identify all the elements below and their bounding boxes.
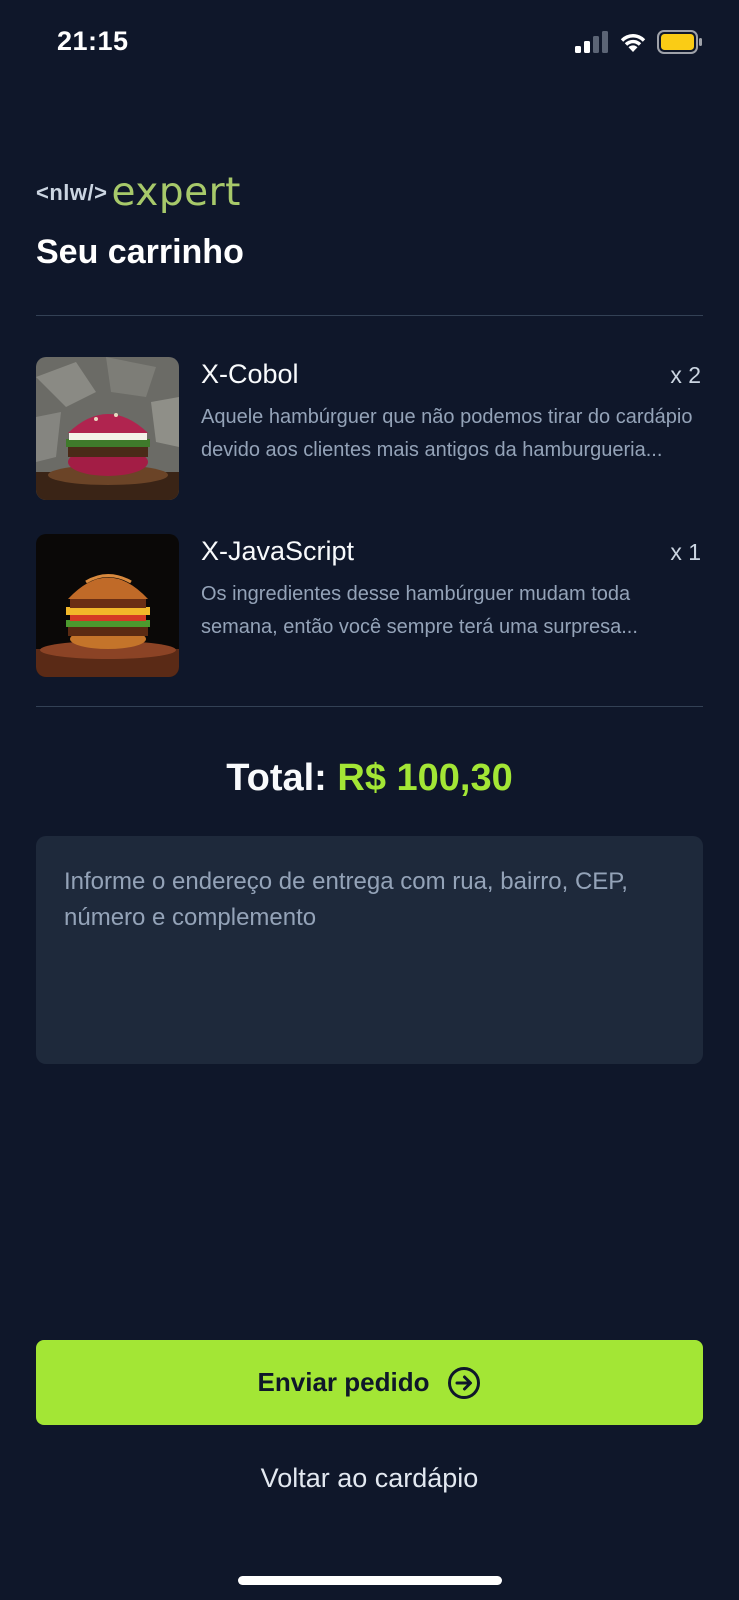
item-quantity: x 2 (670, 362, 701, 388)
cart-total: Total: R$ 100,30 (0, 757, 739, 800)
battery-icon (657, 30, 702, 54)
page-title: Seu carrinho (36, 233, 244, 271)
address-input[interactable] (36, 836, 703, 1064)
back-to-menu-link[interactable]: Voltar ao cardápio (0, 1463, 739, 1494)
cart-item-x-javascript: X-JavaScript x 1 Os ingredientes desse h… (36, 534, 703, 678)
item-title: X-JavaScript (201, 536, 355, 566)
status-icons (575, 30, 703, 54)
cellular-signal-icon (575, 31, 608, 53)
total-value: R$ 100,30 (337, 757, 513, 799)
nlw-expert-logo: <nlw/> expert (36, 170, 241, 215)
item-title: X-Cobol (201, 359, 299, 389)
bottom-divider (36, 706, 703, 707)
item-quantity: x 1 (670, 539, 701, 565)
status-time: 21:15 (57, 26, 129, 56)
cart-item-x-cobol: X-Cobol x 2 Aquele hambúrguer que não po… (36, 357, 703, 501)
burger-image (36, 534, 179, 677)
cart-screen: 21:15 <nlw/> expert Seu carrinho X-Cobol… (0, 0, 739, 1600)
logo-nlw-text: <nlw/> (36, 179, 108, 205)
top-divider (36, 315, 703, 316)
total-label: Total: (226, 757, 327, 799)
arrow-circle-right-icon (448, 1366, 481, 1399)
home-indicator[interactable] (238, 1576, 502, 1585)
send-order-label: Enviar pedido (257, 1367, 430, 1397)
item-description: Os ingredientes desse hambúrguer mudam t… (201, 583, 638, 638)
item-description: Aquele hambúrguer que não podemos tirar … (201, 406, 693, 461)
logo-expert-text: expert (111, 170, 241, 215)
status-bar: 21:15 (0, 0, 739, 90)
burger-image (36, 357, 179, 500)
send-order-button[interactable]: Enviar pedido (36, 1340, 703, 1425)
wifi-icon (620, 34, 646, 52)
